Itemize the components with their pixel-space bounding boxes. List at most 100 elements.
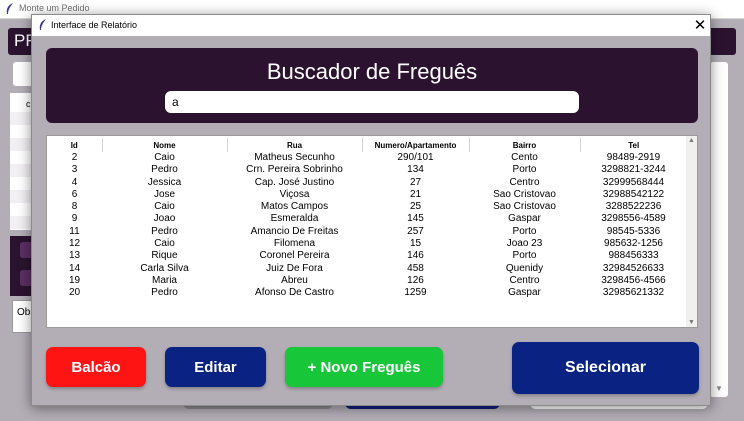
- table-cell: Centro: [509, 274, 540, 286]
- table-cell: Sao Cristovao: [493, 201, 556, 213]
- table-cell: 15: [409, 238, 422, 250]
- table-cell: Pedro: [151, 287, 178, 299]
- table-cell: 98545-5336: [606, 225, 661, 237]
- table-cell: 2: [71, 152, 78, 163]
- background-scroll-panel[interactable]: ▼: [710, 62, 728, 397]
- scroll-down-icon[interactable]: ▼: [715, 384, 723, 393]
- table-cell: 3298456-4566: [601, 274, 666, 286]
- table-row[interactable]: 9 Joao Esmeralda 145 Gaspar 3298556-4589: [47, 213, 687, 225]
- column-header[interactable]: Nome: [102, 138, 228, 152]
- balcao-button[interactable]: Balcão: [46, 347, 146, 387]
- column-header[interactable]: Tel: [580, 138, 687, 152]
- table-cell: 985632-1256: [604, 238, 663, 250]
- table-cell: 145: [407, 213, 424, 225]
- table-cell: Quenidy: [505, 262, 544, 274]
- table-cell: Matos Campos: [260, 201, 329, 213]
- table-cell: Jessica: [147, 176, 182, 188]
- dialog-title: Interface de Relatório: [51, 20, 138, 30]
- table-cell: 3288522236: [605, 201, 662, 213]
- table-cell: 13: [68, 250, 81, 262]
- table-cell: 126: [407, 274, 424, 286]
- results-table: Id Nome Rua Numero/Apartamento Bairro Tel 2 Ca…: [47, 138, 687, 300]
- table-cell: 8: [71, 201, 78, 213]
- table-cell: 11: [69, 225, 80, 237]
- table-cell: 98489-2919: [606, 152, 661, 163]
- table-cell: Maria: [151, 274, 177, 286]
- table-cell: 290/101: [397, 152, 434, 163]
- table-cell: Cento: [511, 152, 538, 163]
- table-cell: 32988542122: [602, 188, 665, 200]
- scroll-up-icon[interactable]: ▲: [686, 137, 697, 144]
- new-customer-button[interactable]: + Novo Freguês: [285, 347, 443, 387]
- table-cell: 19: [68, 274, 81, 286]
- table-row[interactable]: 8 Caio Matos Campos 25 Sao Cristovao 32885222…: [47, 201, 687, 213]
- header-panel: Buscador de Freguês: [46, 48, 698, 123]
- column-header[interactable]: Numero/Apartamento: [362, 138, 470, 152]
- table-cell: Caio: [154, 238, 175, 250]
- page-title: Buscador de Freguês: [266, 59, 478, 84]
- table-header-row: Id Nome Rua Numero/Apartamento Bairro Tel: [47, 138, 687, 152]
- scroll-down-icon[interactable]: ▼: [686, 319, 697, 326]
- table-cell: 32984526633: [602, 262, 665, 274]
- column-header[interactable]: Id: [47, 138, 103, 152]
- feather-icon: [6, 3, 13, 14]
- table-cell: Afonso De Castro: [255, 287, 334, 299]
- table-cell: 32985621332: [602, 287, 665, 299]
- table-cell: 21: [409, 188, 422, 200]
- table-cell: Joao 23: [506, 238, 543, 250]
- table-cell: 3: [71, 164, 78, 176]
- table-cell: 3298821-3244: [601, 164, 666, 176]
- table-row[interactable]: 14 Carla Silva Juiz De Fora 458 Quenidy 32984…: [47, 263, 687, 275]
- table-cell: 27: [409, 176, 422, 188]
- close-icon[interactable]: ✕: [692, 17, 708, 34]
- table-cell: 12: [68, 238, 81, 250]
- table-cell: Joao: [153, 213, 176, 225]
- table-cell: 6: [71, 188, 78, 200]
- table-cell: 32999568444: [602, 176, 665, 188]
- dialog-titlebar[interactable]: Interface de Relatório ✕: [32, 15, 710, 36]
- table-cell: Caio: [154, 152, 175, 163]
- table-row[interactable]: 12 Caio Filomena 15 Joao 23 985632-1256: [47, 238, 687, 250]
- table-cell: 458: [407, 262, 424, 274]
- column-header[interactable]: Bairro: [469, 138, 581, 152]
- table-cell: Centro: [509, 176, 540, 188]
- table-row[interactable]: 3 Pedro Crn. Pereira Sobrinho 134 Porto 32988…: [47, 164, 687, 176]
- table-cell: Rique: [151, 250, 178, 262]
- column-header[interactable]: Rua: [227, 138, 363, 152]
- table-cell: 25: [409, 201, 422, 213]
- table-row[interactable]: 20 Pedro Afonso De Castro 1259 Gaspar 3298562…: [47, 287, 687, 299]
- table-cell: 4: [71, 176, 78, 188]
- table-body: 2 Caio Matheus Secunho 290/101 Cento 98489-29…: [47, 152, 687, 300]
- table-row[interactable]: 6 Jose Viçosa 21 Sao Cristovao 32988542122: [47, 189, 687, 201]
- table-cell: 1259: [404, 287, 427, 299]
- table-cell: Porto: [512, 225, 537, 237]
- table-cell: 9: [71, 213, 78, 225]
- table-cell: Matheus Secunho: [254, 152, 335, 163]
- table-row[interactable]: 2 Caio Matheus Secunho 290/101 Cento 98489-29…: [47, 152, 687, 164]
- table-cell: Coronel Pereira: [259, 250, 330, 262]
- select-button[interactable]: Selecionar: [512, 342, 699, 394]
- table-row[interactable]: 19 Maria Abreu 126 Centro 3298456-4566: [47, 275, 687, 287]
- table-cell: Esmeralda: [270, 213, 319, 225]
- table-cell: Carla Silva: [140, 262, 189, 274]
- table-row[interactable]: 13 Rique Coronel Pereira 146 Porto 988456333: [47, 250, 687, 262]
- vertical-scrollbar[interactable]: ▲ ▼: [686, 136, 697, 327]
- background-table-header: c: [26, 99, 31, 109]
- table-row[interactable]: 11 Pedro Amancio De Freitas 257 Porto 98545-5…: [47, 226, 687, 238]
- table-cell: Filomena: [273, 238, 316, 250]
- table-cell: Porto: [512, 250, 537, 262]
- edit-button[interactable]: Editar: [165, 347, 266, 387]
- search-input[interactable]: [165, 91, 579, 113]
- table-cell: 3298556-4589: [601, 213, 666, 225]
- table-cell: Gaspar: [508, 287, 541, 299]
- table-cell: Sao Cristovao: [493, 188, 556, 200]
- table-cell: Crn. Pereira Sobrinho: [246, 164, 343, 176]
- table-cell: 134: [407, 164, 424, 176]
- table-cell: 988456333: [608, 250, 659, 262]
- table-cell: 20: [68, 287, 81, 299]
- table-cell: Abreu: [281, 274, 308, 286]
- table-cell: 257: [407, 225, 424, 237]
- results-table-container: Id Nome Rua Numero/Apartamento Bairro Tel 2 Ca…: [46, 135, 698, 328]
- table-cell: Cap. José Justino: [254, 176, 335, 188]
- table-row[interactable]: 4 Jessica Cap. José Justino 27 Centro 3299956…: [47, 177, 687, 189]
